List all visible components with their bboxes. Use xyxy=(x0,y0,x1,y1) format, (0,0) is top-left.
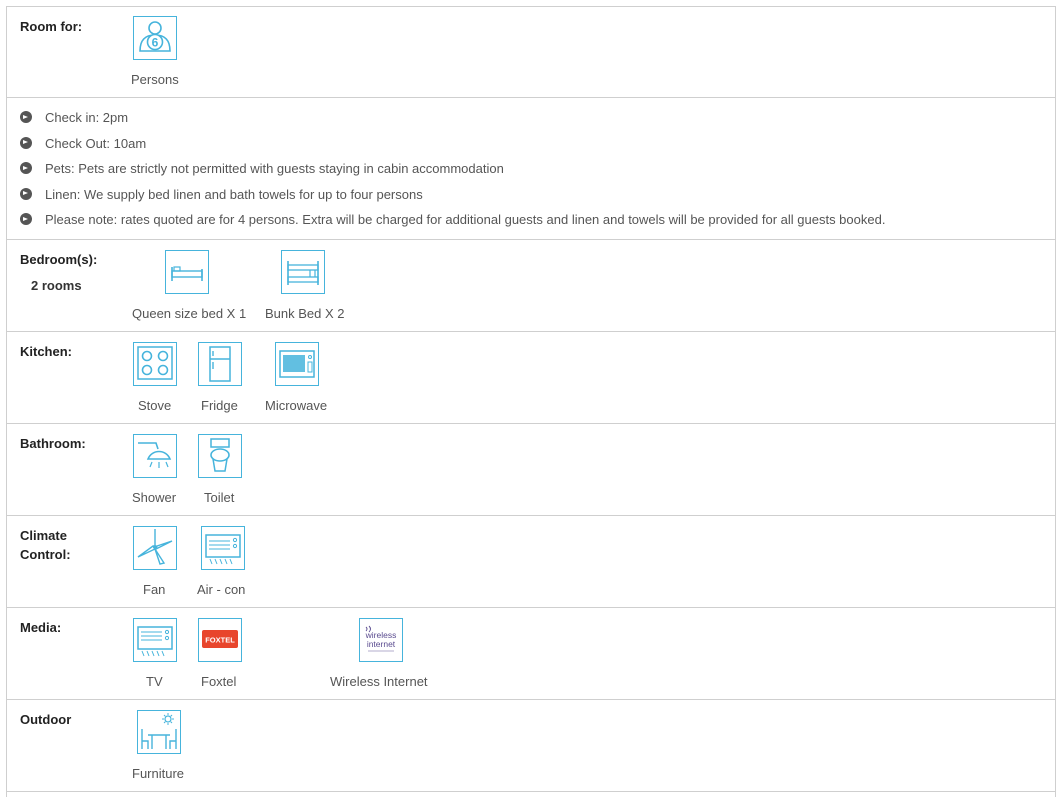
wifi-logo-line2: internet xyxy=(367,639,396,649)
amenity-label: TV xyxy=(146,674,163,689)
amenity-label: Stove xyxy=(138,398,172,413)
amenity-label: Bunk Bed X 2 xyxy=(265,306,345,321)
row-label: Media: xyxy=(20,620,62,635)
chevron-right-icon xyxy=(20,111,32,123)
amenity-label: Wireless Internet xyxy=(330,674,428,689)
row-label: Kitchen: xyxy=(20,344,72,359)
microwave-icon xyxy=(275,342,319,386)
row-media: Media: TV FOXTEL Foxtel wireless interne… xyxy=(7,608,1055,700)
toilet-icon xyxy=(198,434,242,478)
tv-icon xyxy=(133,618,177,662)
wireless-internet-logo-icon: wireless internet xyxy=(359,618,403,662)
amenity-label: Foxtel xyxy=(201,674,237,689)
list-item: Pets: Pets are strictly not permitted wi… xyxy=(20,159,885,185)
amenity-label: Fridge xyxy=(201,398,238,413)
foxtel-logo-icon: FOXTEL xyxy=(198,618,242,662)
row-outdoor: Outdoor Furniture xyxy=(7,700,1055,792)
rooms-count: 2 rooms xyxy=(31,278,82,293)
chevron-right-icon xyxy=(20,162,32,174)
amenities-table: Room for: 6 Persons Check in: 2pm Check … xyxy=(6,6,1056,797)
amenity-label: Furniture xyxy=(132,766,185,781)
list-item: Check Out: 10am xyxy=(20,134,885,160)
outdoor-furniture-icon xyxy=(137,710,181,754)
row-bedroom: Bedroom(s): 2 rooms Queen size bed X 1 B… xyxy=(7,240,1055,332)
row-bathroom: Bathroom: Shower Toilet xyxy=(7,424,1055,516)
amenity-label: Microwave xyxy=(265,398,328,413)
chevron-right-icon xyxy=(20,213,32,225)
persons-count: 6 xyxy=(152,36,159,50)
amenity-label: Persons xyxy=(131,72,179,87)
shower-icon xyxy=(133,434,177,478)
bunk-bed-icon xyxy=(281,250,325,294)
row-label: Bedroom(s): xyxy=(20,252,98,267)
row-room-for: Room for: 6 Persons xyxy=(7,7,1055,98)
list-item: Check in: 2pm xyxy=(20,108,885,134)
bed-icon xyxy=(165,250,209,294)
list-item: Please note: rates quoted are for 4 pers… xyxy=(20,210,885,236)
list-item: Linen: We supply bed linen and bath towe… xyxy=(20,185,885,211)
stove-icon xyxy=(133,342,177,386)
amenity-label: Toilet xyxy=(204,490,235,505)
row-label: Outdoor xyxy=(20,712,72,727)
amenity-label: Air - con xyxy=(197,582,246,597)
row-label: Bathroom: xyxy=(20,436,86,451)
notes-list: Check in: 2pm Check Out: 10am Pets: Pets… xyxy=(20,108,885,236)
chevron-right-icon xyxy=(20,136,32,149)
amenity-label: Shower xyxy=(132,490,177,505)
ceiling-fan-icon xyxy=(133,526,177,570)
amenity-label: Fan xyxy=(143,582,166,597)
chevron-right-icon xyxy=(20,187,32,200)
foxtel-logo-text: FOXTEL xyxy=(205,636,235,645)
air-conditioner-icon xyxy=(201,526,245,570)
persons-icon: 6 xyxy=(133,16,177,60)
row-label: Climate Control: xyxy=(20,528,71,562)
row-label: Room for: xyxy=(20,19,83,34)
row-kitchen: Kitchen: Stove Fridge Microwave xyxy=(7,332,1055,424)
row-notes: Check in: 2pm Check Out: 10am Pets: Pets… xyxy=(7,98,1055,240)
row-climate-control: Climate Control: Fan Air - con xyxy=(7,516,1055,608)
amenity-label: Queen size bed X 1 xyxy=(132,306,247,321)
fridge-icon xyxy=(198,342,242,386)
